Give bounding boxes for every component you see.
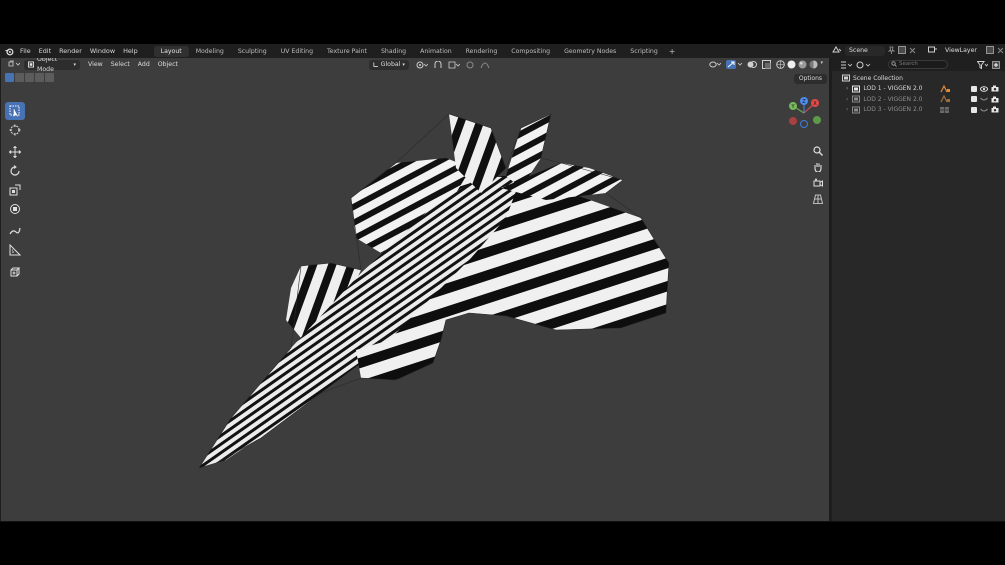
view-layer-field[interactable]: ViewLayer [941,46,983,56]
camera-render-icon[interactable] [991,96,999,103]
filter-icon[interactable] [977,60,988,69]
tab-shading[interactable]: Shading [374,46,413,57]
view-layer-icon[interactable] [928,46,938,56]
outliner-header-right [977,60,1000,69]
scene-name-field[interactable]: Scene [845,46,885,56]
chevron-right-icon[interactable]: › [846,106,848,113]
new-view-layer-icon[interactable] [986,46,994,56]
outliner-row-lod1[interactable]: › LOD 1 - VIGGEN 2.0 [832,84,1005,95]
tab-geometry-nodes[interactable]: Geometry Nodes [557,46,623,57]
menu-render[interactable]: Render [55,44,86,58]
menu-edit[interactable]: Edit [35,44,55,58]
eye-icon[interactable] [980,85,988,92]
workspace-tabs: Layout Modeling Sculpting UV Editing Tex… [153,44,680,58]
outliner-header: Search [832,58,1005,71]
scene-selector: Scene ViewLayer [832,46,1004,56]
chevron-right-icon[interactable]: › [846,96,848,103]
search-placeholder: Search [899,61,918,67]
search-icon [891,61,897,70]
add-workspace-button[interactable]: + [665,47,680,56]
eye-closed-icon[interactable] [980,96,988,102]
mesh-data-icon [940,106,949,113]
row-controls [939,84,999,93]
tab-rendering[interactable]: Rendering [459,46,505,57]
blender-window: File Edit Render Window Help Layout Mode… [0,44,1005,522]
tab-sculpting[interactable]: Sculpting [231,46,274,57]
top-menu-bar: File Edit Render Window Help Layout Mode… [0,44,1005,58]
menu-file[interactable]: File [16,44,35,58]
exclude-checkbox[interactable] [971,96,977,102]
outliner-search-input[interactable]: Search [888,60,948,69]
menu-help[interactable]: Help [119,44,142,58]
delete-view-layer-icon[interactable] [997,47,1004,56]
3d-viewport[interactable]: Object Mode ▾ View Select Add Object Glo… [1,58,829,521]
tab-scripting[interactable]: Scripting [623,46,665,57]
menu-window[interactable]: Window [86,44,119,58]
object-data-icon [940,84,950,92]
display-mode-icon[interactable] [856,61,870,69]
tab-animation[interactable]: Animation [413,46,459,57]
collection-label: LOD 3 - VIGGEN 2.0 [863,106,923,114]
camera-render-icon[interactable] [991,85,999,92]
scene-icon[interactable] [832,46,842,56]
main-menu: File Edit Render Window Help [16,44,142,58]
collection-icon [852,85,861,93]
object-data-icon [940,95,950,103]
eye-closed-icon[interactable] [980,107,988,113]
row-controls [939,95,999,103]
outliner-editor-icon[interactable] [840,61,852,69]
exclude-checkbox[interactable] [971,85,977,92]
tab-texture-paint[interactable]: Texture Paint [320,46,374,57]
chevron-right-icon[interactable]: › [846,85,848,92]
outliner-panel: Search Scene Collection › LOD 1 - VIGGEN… [832,58,1005,521]
collection-icon [852,106,861,114]
collection-label: LOD 1 - VIGGEN 2.0 [863,85,923,93]
new-scene-icon[interactable] [898,46,906,56]
tab-modeling[interactable]: Modeling [189,46,231,57]
camera-render-icon[interactable] [991,106,999,113]
scene-collection-row[interactable]: Scene Collection [832,73,1005,84]
outliner-row-lod3[interactable]: › LOD 3 - VIGGEN 2.0 [832,105,1005,116]
scene-collection-label: Scene Collection [853,74,903,82]
tab-compositing[interactable]: Compositing [504,46,557,57]
collection-icon [852,95,861,103]
collection-box-icon [842,74,850,82]
delete-scene-icon[interactable] [909,47,916,56]
collection-label: LOD 2 - VIGGEN 2.0 [863,95,923,103]
pin-icon[interactable] [887,46,896,56]
blender-logo-icon[interactable] [2,44,16,58]
outliner-row-lod2[interactable]: › LOD 2 - VIGGEN 2.0 [832,94,1005,105]
jet-model[interactable] [198,113,670,469]
row-controls [939,106,999,114]
new-collection-icon[interactable] [992,60,1000,69]
tab-layout[interactable]: Layout [153,45,189,57]
viewport-canvas[interactable] [1,58,829,521]
window-bottom-edge [0,521,1005,522]
tab-uv-editing[interactable]: UV Editing [274,46,320,57]
exclude-checkbox[interactable] [971,106,977,113]
